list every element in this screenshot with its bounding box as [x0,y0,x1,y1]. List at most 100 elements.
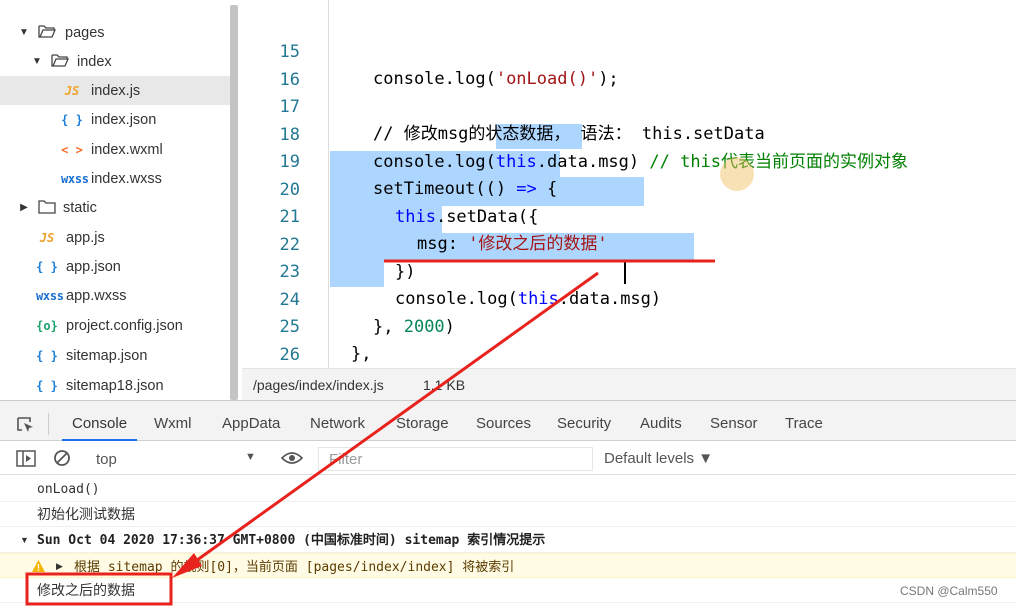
wxml-file-icon: < > [61,142,83,157]
code-line: 16 [242,39,1016,90]
context-selector[interactable]: top ▼ [89,447,259,469]
code-line: 21 msg: '修改之后的数据' [242,176,1016,255]
console-log-row: 初始化测试数据 [0,502,1016,527]
tab-sensor[interactable]: Sensor [710,401,758,441]
code-editor[interactable]: 15 console.log('onLoad()'); 16 17 // 修改m… [242,0,1016,368]
editor-status-bar: /pages/index/index.js 1.1 KB [242,368,1016,400]
config-file-icon: {o} [36,318,58,333]
tab-audits[interactable]: Audits [640,401,682,441]
console-filter-input[interactable] [318,447,593,471]
tree-file-sitemap18-json[interactable]: { } sitemap18.json [0,371,230,400]
devtools-tab-bar: Console Wxml AppData Network Storage Sou… [0,401,1016,441]
code-line: 23 console.log(this.data.msg) [242,231,1016,310]
clear-console-icon[interactable] [53,449,71,467]
code-line: 19 setTimeout(() => { [242,121,1016,200]
console-toolbar: top ▼ Default levels ▼ [0,441,1016,475]
log-message: 初始化测试数据 [37,506,135,522]
code-line: 25 }, [242,286,1016,365]
json-file-icon: { } [61,112,83,127]
tree-file-sitemap-json[interactable]: { } sitemap.json [0,341,230,370]
text-caret [624,262,626,284]
console-log-row: 修改之后的数据 [0,578,1016,603]
tab-storage[interactable]: Storage [396,401,449,441]
chevron-down-icon[interactable]: ▼ [32,56,42,67]
tree-file-project-config[interactable]: {o} project.config.json [0,311,230,340]
log-warning-message: 根据 sitemap 的规则[0]，当前页面 [pages/index/inde… [74,554,514,580]
toolbar-divider [48,413,49,435]
log-levels-dropdown[interactable]: Default levels ▼ [604,450,713,467]
tree-folder-pages[interactable]: ▼ pages [0,18,230,47]
json-file-icon: { } [36,348,58,363]
tree-item-label: index.wxml [91,141,163,158]
wxss-file-icon: wxss [61,171,89,186]
tree-file-index-wxss[interactable]: wxss index.wxss [0,164,230,193]
code-line: 18 console.log(this.data.msg) // this代表当… [242,94,1016,173]
tree-item-label: app.json [66,258,121,275]
tree-folder-static[interactable]: ▶ static [0,193,230,222]
tree-item-label: static [63,199,97,216]
code-line: 15 console.log('onLoad()'); [242,11,1016,90]
code-line: 22 }) [242,204,1016,283]
tree-folder-index[interactable]: ▼ index [0,47,230,76]
inspect-element-icon[interactable] [16,416,36,434]
file-size: 1.1 KB [423,377,466,393]
tab-console[interactable]: Console [62,401,138,441]
chevron-down-icon: ▼ [245,451,256,463]
tree-item-label: app.wxss [66,287,127,304]
tree-item-label: index.wxss [91,170,162,187]
console-group-header[interactable]: ▼ Sun Oct 04 2020 17:36:37 GMT+0800 (中国标… [0,528,1016,553]
tree-item-label: index [77,53,112,70]
json-file-icon: { } [36,378,58,393]
tree-file-app-wxss[interactable]: wxss app.wxss [0,281,230,310]
log-message: onLoad() [37,482,100,497]
json-file-icon: { } [36,259,58,274]
console-log-row: onLoad() [0,477,1016,502]
toggle-sidebar-icon[interactable] [16,450,36,467]
folder-open-icon [51,54,69,67]
tab-security[interactable]: Security [557,401,611,441]
code-line: 20 this.setData({ [242,149,1016,228]
tree-file-index-json[interactable]: { } index.json [0,105,230,134]
context-value: top [96,451,117,468]
tree-file-index-js[interactable]: JS index.js [0,76,230,105]
chevron-down-icon[interactable]: ▼ [20,528,29,553]
watermark: CSDN @Calm550 [900,584,998,598]
chevron-right-icon[interactable]: ▶ [19,202,29,213]
console-warning-row: ▶ 根据 sitemap 的规则[0]，当前页面 [pages/index/in… [0,553,1016,578]
folder-icon [38,200,56,214]
file-tree: ▼ pages ▼ index JS index.js { } index.js… [0,0,240,400]
wxss-file-icon: wxss [36,288,64,303]
tree-item-label: pages [65,24,105,41]
tree-item-label: project.config.json [66,317,183,334]
tree-item-label: app.js [66,229,105,246]
mouse-cursor-highlight [720,157,754,191]
tree-item-label: sitemap.json [66,347,148,364]
tree-scrollbar[interactable] [230,5,238,400]
log-group-title: Sun Oct 04 2020 17:36:37 GMT+0800 (中国标准时… [37,533,546,548]
code-line-partial [712,0,1012,9]
tree-file-app-json[interactable]: { } app.json [0,252,230,281]
file-path: /pages/index/index.js [253,377,384,393]
tab-wxml[interactable]: Wxml [154,401,192,441]
eye-icon[interactable] [281,451,303,465]
warning-text: 根据 sitemap 的规则[0]，当前页面 [pages/index/inde… [74,560,515,575]
code-line: 27 /** [242,341,1016,368]
code-line: 26 [242,314,1016,365]
code-line: 17 // 修改msg的状态数据， 语法： this.setData [242,66,1016,145]
folder-open-icon [38,25,56,38]
tree-file-app-js[interactable]: JS app.js [0,223,230,252]
tree-file-index-wxml[interactable]: < > index.wxml [0,135,230,164]
chevron-right-icon[interactable]: ▶ [56,554,63,579]
code-line: 24 }, 2000) [242,259,1016,338]
tree-item-label: sitemap18.json [66,377,164,394]
js-file-icon: JS [64,83,80,98]
tab-trace[interactable]: Trace [785,401,823,441]
chevron-down-icon[interactable]: ▼ [19,27,29,38]
tree-item-label: index.js [91,82,141,99]
tab-network[interactable]: Network [310,401,365,441]
tab-sources[interactable]: Sources [476,401,531,441]
js-file-icon: JS [39,230,55,245]
tab-appdata[interactable]: AppData [222,401,280,441]
log-message: 修改之后的数据 [37,582,135,598]
tree-item-label: index.json [91,111,157,128]
